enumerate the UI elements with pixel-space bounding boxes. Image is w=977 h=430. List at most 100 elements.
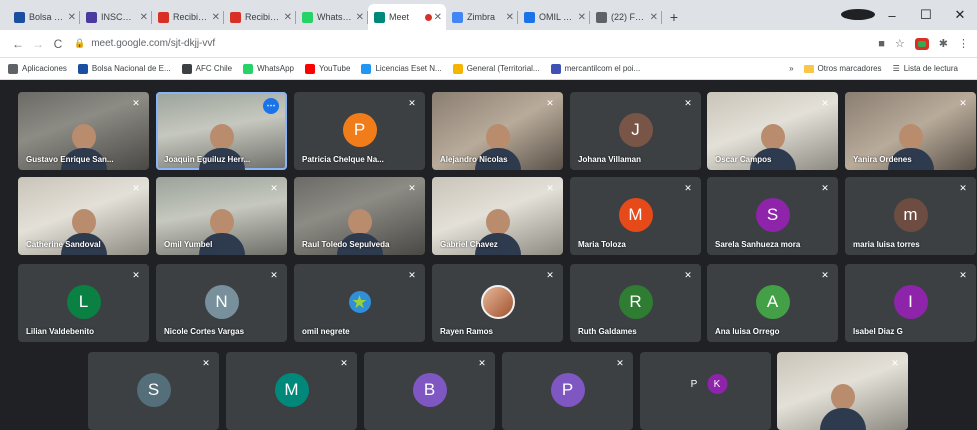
mic-muted-icon: ✕: [959, 98, 967, 108]
tab-close-icon[interactable]: ✕: [506, 12, 514, 23]
participant-avatar: S: [755, 198, 790, 232]
participant-name: Johana Villaman: [578, 155, 641, 164]
mic-muted-icon: ✕: [616, 358, 624, 368]
bookmark-label: YouTube: [319, 64, 351, 73]
more-options-icon[interactable]: ⋯: [263, 98, 279, 114]
url-text[interactable]: meet.google.com/sjt-dkjj-vvf: [91, 38, 215, 49]
participant-tile[interactable]: I ✕ Isabel Diaz G: [845, 264, 976, 342]
bookmark-item[interactable]: WhatsApp: [243, 63, 294, 74]
participant-avatar: m: [893, 198, 928, 232]
participant-tile[interactable]: B ✕: [364, 352, 495, 430]
participant-name: Alejandro Nicolas: [440, 155, 508, 164]
profile-icon[interactable]: [841, 8, 875, 23]
bookmark-item[interactable]: AFC Chile: [181, 63, 232, 74]
extension-icon[interactable]: [914, 37, 929, 50]
participant-tile[interactable]: ✕ Raul Toledo Sepulveda: [294, 177, 425, 255]
browser-tab[interactable]: Recibidos ✕: [224, 4, 296, 30]
toolbar-icons: ■ ☆ ✱ ⋮: [878, 37, 969, 50]
participant-tile[interactable]: PK: [640, 352, 771, 430]
browser-tab[interactable]: Meet ✕: [368, 4, 446, 30]
other-bookmarks[interactable]: Otros marcadores: [803, 64, 882, 73]
tab-close-icon[interactable]: ✕: [140, 12, 148, 23]
camera-icon[interactable]: ■: [878, 38, 885, 50]
bookmark-star-icon[interactable]: ☆: [895, 37, 905, 50]
tab-close-icon[interactable]: ✕: [434, 12, 442, 23]
browser-tab[interactable]: INSCRIPC ✕: [80, 4, 152, 30]
participant-tile[interactable]: ✕ Oscar Campos: [707, 92, 838, 170]
address-bar[interactable]: 🔒 meet.google.com/sjt-dkjj-vvf: [74, 33, 868, 55]
participant-tile[interactable]: P ✕ Patricia Chelque Na...: [294, 92, 425, 170]
tab-close-icon[interactable]: ✕: [356, 12, 364, 23]
tab-title: Zimbra: [467, 12, 496, 22]
participant-tile[interactable]: ✕ Gabriel Chavez: [432, 177, 563, 255]
meet-grid: ✕ Gustavo Enrique San... ⋯ Joaquin Eguiluz …: [0, 80, 977, 430]
bookmark-item[interactable]: mercantilcom el poi...: [550, 63, 640, 74]
browser-tab[interactable]: Zimbra ✕: [446, 4, 518, 30]
participant-tile[interactable]: R ✕ Ruth Galdames: [570, 264, 701, 342]
reading-list[interactable]: ☰ Lista de lectura: [893, 64, 958, 73]
bookmark-item[interactable]: YouTube: [305, 63, 351, 74]
bookmark-item[interactable]: Licencias Eset N...: [361, 63, 442, 74]
participant-tile[interactable]: L ✕ Lilian Valdebenito: [18, 264, 149, 342]
participant-tile[interactable]: ✕ Gustavo Enrique San...: [18, 92, 149, 170]
reload-button[interactable]: C: [48, 37, 68, 51]
browser-tab[interactable]: Recibidos ✕: [152, 4, 224, 30]
participant-name: Lilian Valdebenito: [26, 327, 95, 336]
bookmark-label: General (Territorial...: [466, 64, 540, 73]
participant-tile[interactable]: M ✕: [226, 352, 357, 430]
minimize-button[interactable]: –: [875, 8, 909, 23]
new-tab-button[interactable]: +: [662, 4, 686, 30]
participant-tile[interactable]: ✕ Rayen Ramos: [432, 264, 563, 342]
participant-tile[interactable]: ✕: [777, 352, 908, 430]
mic-muted-icon: ✕: [821, 183, 829, 193]
participant-tile[interactable]: ✕ Catherine Sandoval: [18, 177, 149, 255]
participant-tile[interactable]: ✕ Yanira Ordenes: [845, 92, 976, 170]
participant-tile[interactable]: S ✕ Sarela Sanhueza mora: [707, 177, 838, 255]
participant-tile[interactable]: N ✕ Nicole Cortes Vargas: [156, 264, 287, 342]
menu-icon[interactable]: ⋮: [958, 37, 969, 50]
participant-tile[interactable]: ✕ omil negrete: [294, 264, 425, 342]
tab-close-icon[interactable]: ✕: [68, 12, 76, 23]
bookmark-item[interactable]: Bolsa Nacional de E...: [77, 63, 171, 74]
participant-tile[interactable]: ⋯ Joaquin Eguiluz Herr...: [156, 92, 287, 170]
participant-tile[interactable]: m ✕ maria luisa torres: [845, 177, 976, 255]
participant-tile[interactable]: S ✕: [88, 352, 219, 430]
tab-favicon-icon: [374, 11, 385, 23]
participant-tile[interactable]: M ✕ Maria Toloza: [570, 177, 701, 255]
participant-avatar: P: [550, 373, 585, 407]
participant-avatar: S: [136, 373, 171, 407]
mic-muted-icon: ✕: [408, 183, 416, 193]
forward-button[interactable]: →: [28, 37, 48, 51]
bookmark-item[interactable]: General (Territorial...: [452, 63, 540, 74]
tab-title: Bolsa Naci: [29, 12, 66, 22]
mic-muted-icon: ✕: [546, 270, 554, 280]
tab-title: Recibidos: [245, 12, 282, 22]
tab-favicon-icon: [524, 11, 535, 23]
participant-tile[interactable]: J ✕ Johana Villaman: [570, 92, 701, 170]
participant-tile[interactable]: ✕ Omil Yumbel: [156, 177, 287, 255]
bookmarks-overflow-icon[interactable]: »: [789, 64, 793, 73]
participant-tile[interactable]: A ✕ Ana luisa Orrego: [707, 264, 838, 342]
browser-tab[interactable]: OMIL Car ✕: [518, 4, 590, 30]
participant-tile[interactable]: ✕ Alejandro Nicolas: [432, 92, 563, 170]
participant-name: Joaquin Eguiluz Herr...: [164, 155, 251, 164]
puzzle-icon[interactable]: ✱: [939, 37, 948, 50]
back-button[interactable]: ←: [8, 37, 28, 51]
tab-close-icon[interactable]: ✕: [284, 12, 292, 23]
browser-tab[interactable]: Bolsa Naci ✕: [8, 4, 80, 30]
tab-close-icon[interactable]: ✕: [650, 12, 658, 23]
browser-tab[interactable]: (22) Faceb ✕: [590, 4, 662, 30]
bookmark-item[interactable]: Aplicaciones: [8, 63, 67, 74]
mic-muted-icon: ✕: [821, 98, 829, 108]
browser-tab[interactable]: WhatsApp ✕: [296, 4, 368, 30]
mic-muted-icon: ✕: [891, 358, 899, 368]
participant-avatar: K: [707, 374, 727, 394]
close-window-button[interactable]: ✕: [943, 7, 977, 23]
tab-close-icon[interactable]: ✕: [578, 12, 586, 23]
participant-name: Gustavo Enrique San...: [26, 155, 114, 164]
participant-name: Patricia Chelque Na...: [302, 155, 384, 164]
maximize-button[interactable]: ☐: [909, 7, 943, 23]
participant-tile[interactable]: P ✕: [502, 352, 633, 430]
tab-favicon-icon: [302, 11, 313, 23]
tab-close-icon[interactable]: ✕: [212, 12, 220, 23]
